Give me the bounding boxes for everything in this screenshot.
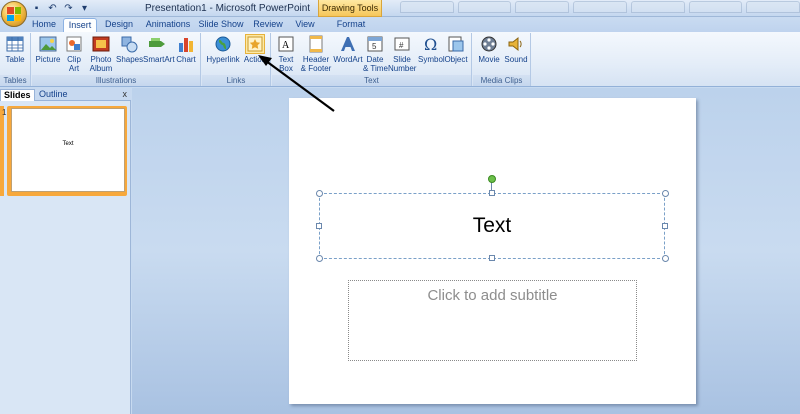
group-label-text: Text: [272, 75, 471, 86]
header-footer-icon: [309, 35, 323, 53]
group-label-links: Links: [202, 75, 270, 86]
smartart-button[interactable]: SmartArt: [143, 35, 175, 64]
slide-thumbnail-canvas: Text: [11, 108, 125, 192]
photo-album-icon: [92, 36, 110, 52]
group-illustrations: Picture Clip Art Photo Album Shapes Smar…: [32, 33, 201, 86]
quick-access-toolbar: ▪ ↶ ↷ ▾: [30, 2, 91, 15]
slide-number-icon: #: [394, 37, 410, 51]
resize-handle-n[interactable]: [489, 190, 495, 196]
slide-number-button[interactable]: # Slide Number: [388, 35, 416, 73]
ribbon: Table Tables Picture Clip Art Photo Albu…: [0, 32, 800, 87]
date-time-button[interactable]: 5 Date & Time: [363, 35, 388, 73]
group-links: Hyperlink Action Links: [202, 33, 271, 86]
shapes-button[interactable]: Shapes: [116, 35, 143, 64]
taskbar-tabs: [400, 1, 800, 15]
window-title: Presentation1 - Microsoft PowerPoint: [145, 3, 311, 14]
slide-editor: Text Click to add subtitle: [132, 88, 800, 414]
wordart-button[interactable]: WordArt: [333, 35, 363, 64]
photo-album-button[interactable]: Photo Album: [88, 35, 114, 73]
resize-handle-sw[interactable]: [316, 255, 323, 262]
save-icon[interactable]: ▪: [30, 2, 43, 15]
ribbon-tabs: Home Insert Design Animations Slide Show…: [0, 17, 800, 32]
slide-canvas[interactable]: Text Click to add subtitle: [289, 98, 696, 404]
slides-panel: Slides Outline x 1 Text: [0, 88, 131, 414]
action-button[interactable]: Action: [242, 34, 268, 64]
calendar-icon: 5: [367, 36, 383, 52]
undo-icon[interactable]: ↶: [46, 2, 59, 15]
rotate-handle[interactable]: [488, 175, 496, 183]
slide-title-text[interactable]: Text: [320, 214, 664, 238]
subtitle-placeholder-text: Click to add subtitle: [427, 287, 558, 304]
text-box-icon: A: [278, 36, 294, 52]
film-reel-icon: [481, 36, 497, 52]
tab-design[interactable]: Design: [101, 18, 137, 32]
object-icon: [448, 36, 464, 52]
hyperlink-button[interactable]: Hyperlink: [206, 35, 240, 64]
picture-button[interactable]: Picture: [35, 35, 61, 64]
tab-slide-show[interactable]: Slide Show: [198, 18, 244, 32]
redo-icon[interactable]: ↷: [62, 2, 75, 15]
svg-text:#: #: [399, 41, 404, 50]
chart-button[interactable]: Chart: [175, 35, 197, 64]
tab-review[interactable]: Review: [252, 18, 284, 32]
title-bar: ▪ ↶ ↷ ▾ Presentation1 - Microsoft PowerP…: [0, 0, 800, 17]
office-logo-icon: [7, 7, 21, 21]
panel-tabs: Slides Outline x: [0, 88, 131, 101]
svg-text:A: A: [282, 40, 290, 51]
group-label-illustrations: Illustrations: [32, 75, 200, 86]
office-button[interactable]: [1, 1, 27, 27]
slide-number-label: 1: [2, 108, 7, 117]
object-button[interactable]: Object: [444, 35, 468, 64]
clip-art-button[interactable]: Clip Art: [64, 35, 84, 73]
tab-outline[interactable]: Outline: [36, 89, 71, 101]
tab-animations[interactable]: Animations: [142, 18, 194, 32]
tab-home[interactable]: Home: [28, 18, 60, 32]
action-icon: [245, 34, 265, 54]
drawing-tools-label: Drawing Tools: [318, 0, 382, 17]
omega-icon: Ω: [424, 35, 437, 53]
group-media-clips: Movie Sound Media Clips: [473, 33, 531, 86]
table-icon: [6, 36, 24, 52]
globe-icon: [215, 36, 231, 52]
selection-stripe: [0, 106, 4, 196]
tab-format[interactable]: Format: [334, 18, 368, 32]
resize-handle-e[interactable]: [662, 223, 668, 229]
tab-view[interactable]: View: [292, 18, 318, 32]
resize-handle-se[interactable]: [662, 255, 669, 262]
smartart-icon: [149, 38, 165, 47]
text-box-button[interactable]: A Text Box: [274, 35, 298, 73]
group-label-tables: Tables: [0, 75, 30, 86]
slide-thumbnail[interactable]: Text: [7, 106, 127, 196]
wordart-icon: [341, 37, 355, 51]
svg-text:5: 5: [372, 42, 377, 51]
shapes-icon: [121, 36, 138, 53]
title-placeholder[interactable]: Text: [316, 190, 669, 262]
close-panel-icon[interactable]: x: [123, 89, 128, 99]
resize-handle-w[interactable]: [316, 223, 322, 229]
subtitle-placeholder[interactable]: Click to add subtitle: [348, 280, 637, 361]
group-tables: Table Tables: [0, 33, 31, 86]
tab-insert[interactable]: Insert: [63, 18, 97, 32]
resize-handle-nw[interactable]: [316, 190, 323, 197]
header-footer-button[interactable]: Header & Footer: [300, 35, 332, 73]
customize-qat-icon[interactable]: ▾: [78, 2, 91, 15]
svg-text:Ω: Ω: [424, 35, 437, 53]
group-label-media-clips: Media Clips: [473, 75, 530, 86]
speaker-icon: [508, 36, 522, 52]
resize-handle-ne[interactable]: [662, 190, 669, 197]
chart-icon: [179, 38, 193, 52]
movie-button[interactable]: Movie: [477, 35, 501, 64]
tab-slides[interactable]: Slides: [0, 89, 35, 101]
thumbnail-title-text: Text: [62, 141, 74, 147]
symbol-button[interactable]: Ω Symbol: [418, 35, 445, 64]
table-button[interactable]: Table: [4, 35, 26, 64]
picture-icon: [39, 36, 57, 52]
group-text: A Text Box Header & Footer WordArt 5 Dat…: [272, 33, 472, 86]
resize-handle-s[interactable]: [489, 255, 495, 261]
sound-button[interactable]: Sound: [503, 35, 529, 64]
clip-art-icon: [66, 36, 82, 52]
